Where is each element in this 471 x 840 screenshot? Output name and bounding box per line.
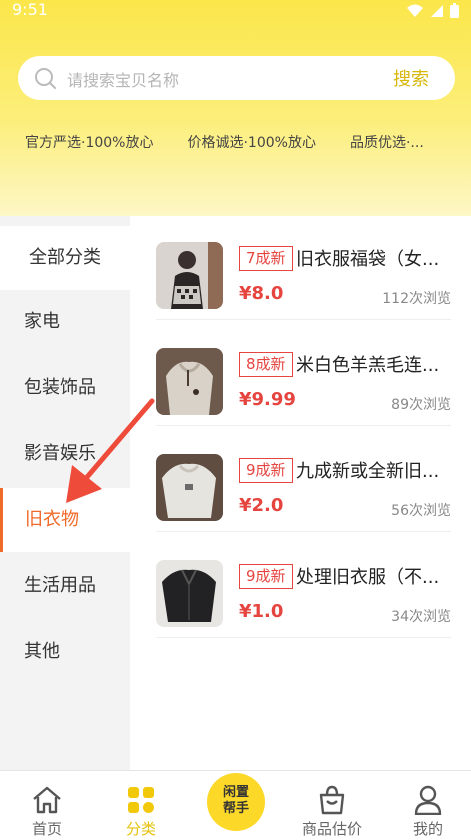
signal-icon [431,4,443,17]
search-icon [35,68,56,89]
product-title: 处理旧衣服（不... [296,567,440,588]
tab-estimate-label: 商品估价 [301,820,362,838]
view-count: 56次浏览 [391,503,451,519]
view-count: 34次浏览 [391,609,451,625]
sidebar-item-daily-goods[interactable]: 生活用品 [0,554,130,618]
view-count: 112次浏览 [382,291,451,307]
product-list: 7成新 旧衣服福袋（女... ¥8.0 112次浏览 8成新 米白色羊羔毛连..… [130,216,471,770]
idle-helper-line1: 闲置 [222,785,249,800]
search-bar[interactable]: 请搜索宝贝名称 搜索 [18,56,455,100]
search-button[interactable]: 搜索 [393,65,429,91]
home-icon [33,786,61,814]
status-icons [406,3,459,18]
product-price: ¥8.0 [239,283,284,304]
condition-badge: 8成新 [239,352,293,377]
product-price: ¥2.0 [239,495,284,516]
product-thumbnail[interactable] [156,348,223,415]
shopping-bag-icon [319,785,345,815]
status-time: 9:51 [12,0,48,19]
product-title: 旧衣服福袋（女... [296,249,440,270]
tab-home[interactable]: 首页 [0,771,94,840]
idle-helper-line2: 帮手 [222,801,249,816]
header-banner: 9:51 请搜索宝贝名称 搜索 官方严选·100%放心 价格诚选·100%放心 … [0,0,471,216]
tab-mine[interactable]: 我的 [381,771,471,840]
battery-icon [450,3,459,18]
product-card[interactable]: 7成新 旧衣服福袋（女... ¥8.0 112次浏览 [156,216,451,320]
view-count: 89次浏览 [391,397,451,413]
tab-home-label: 首页 [31,820,62,838]
wifi-icon [407,4,423,17]
condition-badge: 9成新 [239,564,293,589]
sidebar-item-appliances[interactable]: 家电 [0,290,130,354]
tab-category-label: 分类 [125,820,156,838]
product-price: ¥1.0 [239,601,284,622]
slogan-row: 官方严选·100%放心 价格诚选·100%放心 品质优选·... [25,132,455,152]
sidebar-item-other[interactable]: 其他 [0,620,130,684]
tab-category[interactable]: 分类 [94,771,188,840]
condition-badge: 9成新 [239,458,293,483]
annotation-arrow [66,398,155,503]
product-thumbnail[interactable] [156,560,223,627]
user-icon [414,785,442,815]
status-bar: 9:51 [0,0,471,22]
product-thumbnail[interactable] [156,454,223,521]
product-card[interactable]: 9成新 九成新或全新旧... ¥2.0 56次浏览 [156,428,451,532]
tab-estimate[interactable]: 商品估价 [285,771,379,840]
slogan-1: 官方严选·100%放心 [25,135,154,151]
product-thumbnail[interactable] [156,242,223,309]
tab-mine-label: 我的 [412,820,443,838]
product-price: ¥9.99 [239,389,296,410]
product-card[interactable]: 9成新 处理旧衣服（不... ¥1.0 34次浏览 [156,534,451,638]
slogan-2: 价格诚选·100%放心 [187,135,316,151]
condition-badge: 7成新 [239,246,293,271]
product-title: 九成新或全新旧... [296,461,440,482]
sidebar-item-all[interactable]: 全部分类 [0,226,130,290]
bottom-tab-bar: 首页 分类 闲置 帮手 商品估价 我的 [0,770,471,840]
product-title: 米白色羊羔毛连... [296,355,440,376]
idle-helper-button[interactable]: 闲置 帮手 [207,773,265,831]
search-input[interactable]: 请搜索宝贝名称 [67,67,179,91]
slogan-3: 品质优选·... [349,135,424,151]
category-grid-icon [128,787,154,813]
product-card[interactable]: 8成新 米白色羊羔毛连... ¥9.99 89次浏览 [156,322,451,426]
